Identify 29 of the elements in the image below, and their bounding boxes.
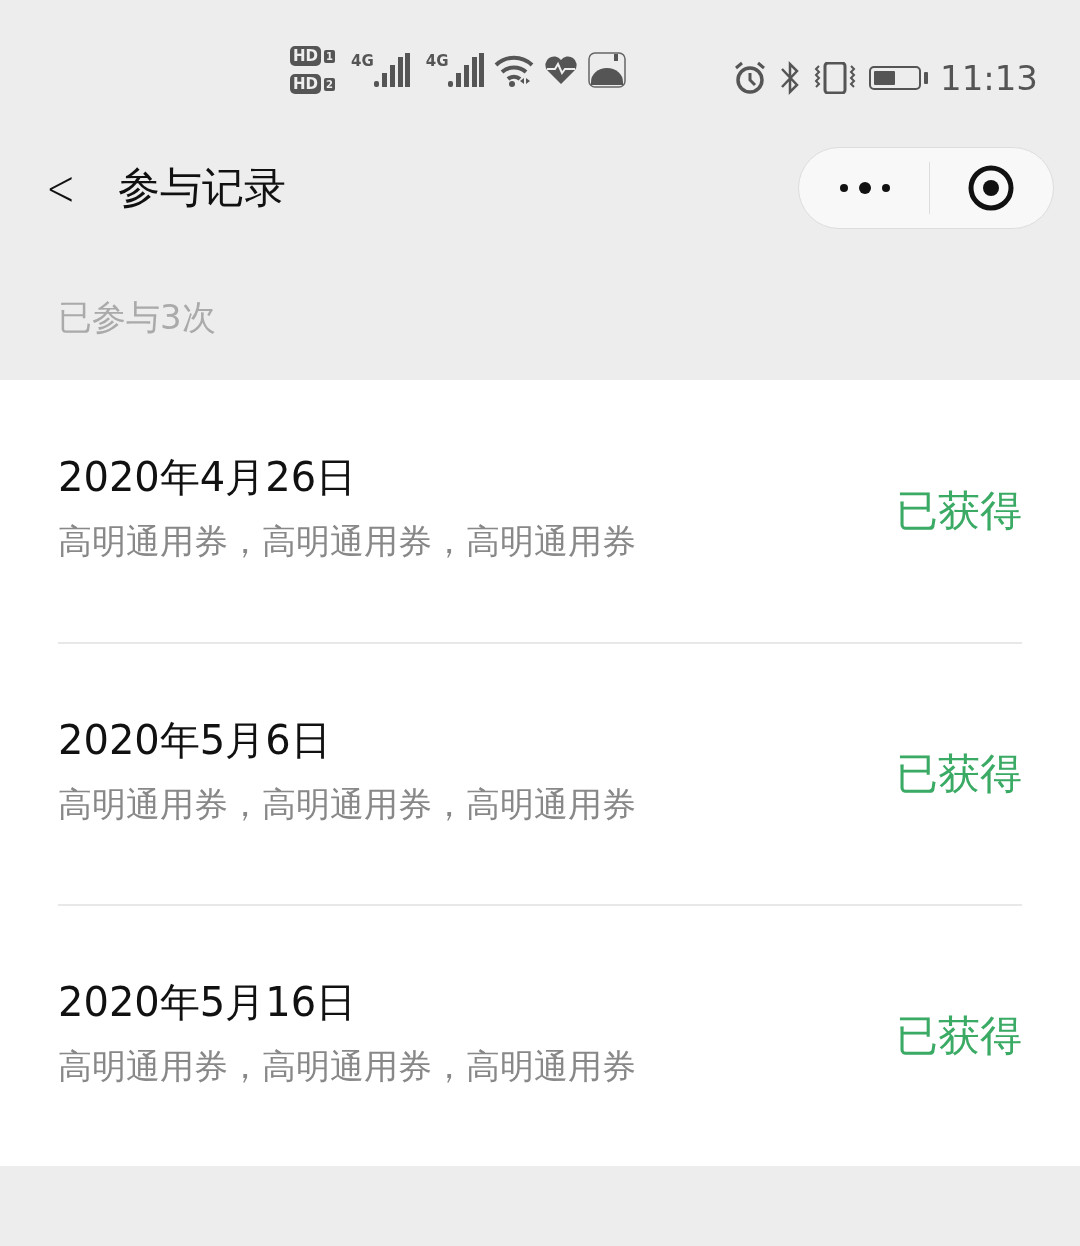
participation-count: 已参与3次 xyxy=(57,296,217,339)
record-prizes: 高明通用券，高明通用券，高明通用券 xyxy=(58,782,636,826)
signal-icon xyxy=(373,53,410,87)
clock-time: 11:13 xyxy=(940,58,1038,98)
hd-badge: HD xyxy=(290,46,321,66)
bluetooth-icon xyxy=(779,60,801,96)
record-status: 已获得 xyxy=(896,1010,1022,1062)
vibrate-icon xyxy=(813,62,857,94)
signal-icon xyxy=(448,53,485,87)
page-title: 参与记录 xyxy=(118,162,287,214)
close-target-icon[interactable] xyxy=(966,164,1015,212)
network-type: 4G xyxy=(425,53,449,69)
more-icon[interactable] xyxy=(837,181,892,195)
network-type: 4G xyxy=(351,53,374,69)
alarm-icon xyxy=(733,61,767,95)
record-date: 2020年4月26日 xyxy=(58,452,358,502)
back-button[interactable]: < xyxy=(46,159,74,217)
hd-badge: HD xyxy=(290,74,321,94)
record-date: 2020年5月16日 xyxy=(58,977,358,1027)
sim-slot: 1 xyxy=(324,49,335,63)
record-status: 已获得 xyxy=(896,748,1022,800)
record-date: 2020年5月6日 xyxy=(58,715,332,765)
record-status: 已获得 xyxy=(896,485,1022,537)
record-prizes: 高明通用券，高明通用券，高明通用券 xyxy=(58,1044,636,1088)
wifi-icon xyxy=(494,53,535,87)
sim-slot: 2 xyxy=(324,77,335,91)
battery-icon xyxy=(869,66,928,90)
record-prizes: 高明通用券，高明通用券，高明通用券 xyxy=(58,519,636,563)
heart-rate-icon xyxy=(544,55,579,85)
